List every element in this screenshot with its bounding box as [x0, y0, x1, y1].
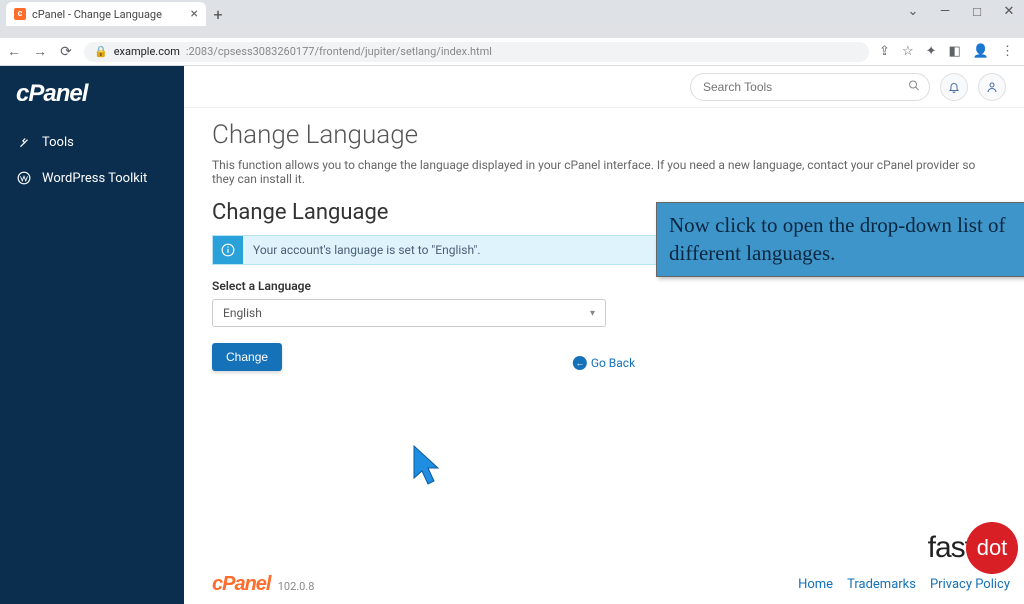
back-circle-icon: ←: [573, 356, 587, 370]
language-field-label: Select a Language: [212, 279, 996, 293]
tutorial-callout: Now click to open the drop-down list of …: [656, 202, 1024, 277]
minimize-icon[interactable]: ―: [936, 4, 954, 20]
app: cPanel Tools WordPress Toolkit: [0, 66, 1024, 604]
lock-icon: 🔒: [94, 45, 108, 58]
url-field[interactable]: 🔒 example.com :2083/cpsess3083260177/fron…: [84, 42, 869, 62]
nav-icons: ← → ⟳: [6, 43, 74, 60]
sidebar-brand-text: cPanel: [16, 80, 87, 107]
forward-icon[interactable]: →: [32, 43, 48, 60]
footer-link-privacy[interactable]: Privacy Policy: [930, 577, 1010, 592]
fastdot-dot-text: dot: [966, 522, 1018, 574]
footer-brand: cPanel: [212, 573, 270, 595]
go-back-label: Go Back: [591, 356, 635, 370]
sidebar: cPanel Tools WordPress Toolkit: [0, 66, 184, 604]
cpanel-favicon: c: [14, 8, 26, 20]
close-tab-icon[interactable]: ×: [191, 7, 198, 21]
back-icon[interactable]: ←: [6, 43, 22, 60]
change-button[interactable]: Change: [212, 343, 282, 371]
footer-link-home[interactable]: Home: [798, 577, 833, 592]
star-icon[interactable]: ☆: [902, 44, 914, 59]
search-wrap: [690, 73, 930, 101]
content: Change Language This function allows you…: [184, 108, 1024, 604]
page-description: This function allows you to change the l…: [212, 158, 996, 186]
wordpress-icon: [16, 170, 32, 186]
topbar: [184, 66, 1024, 108]
sidebar-brand[interactable]: cPanel: [0, 80, 184, 124]
footer: cPanel 102.0.8 Home Trademarks Privacy P…: [212, 573, 1010, 596]
footer-links: Home Trademarks Privacy Policy: [798, 577, 1010, 592]
sidebar-menu: Tools WordPress Toolkit: [0, 124, 184, 196]
language-select[interactable]: English ▾: [212, 299, 606, 327]
sidebar-item-label: WordPress Toolkit: [42, 171, 147, 186]
sidebar-item-wordpress[interactable]: WordPress Toolkit: [0, 160, 184, 196]
page-title: Change Language: [212, 120, 996, 150]
profile-icon[interactable]: 👤: [973, 44, 989, 59]
share-icon[interactable]: ⇪: [879, 44, 890, 59]
close-window-icon[interactable]: ✕: [1000, 4, 1018, 20]
cursor-graphic: [412, 444, 444, 492]
main: Change Language This function allows you…: [184, 66, 1024, 604]
sidebar-item-tools[interactable]: Tools: [0, 124, 184, 160]
fastdot-watermark: fast dot: [928, 522, 1018, 574]
search-icon[interactable]: [908, 79, 920, 94]
info-icon: [213, 236, 243, 264]
kebab-icon[interactable]: ⋮: [1001, 44, 1014, 59]
new-tab-button[interactable]: +: [206, 2, 230, 26]
wrench-icon: [16, 134, 32, 150]
chevron-down-icon[interactable]: ⌄: [904, 4, 922, 20]
reload-icon[interactable]: ⟳: [58, 44, 74, 60]
info-banner-text: Your account's language is set to "Engli…: [243, 243, 491, 257]
maximize-icon[interactable]: □: [968, 4, 986, 20]
window-controls: ⌄ ― □ ✕: [904, 4, 1018, 20]
addr-right-icons: ⇪ ☆ ✦ ◧ 👤 ⋮: [879, 44, 1018, 59]
url-host: example.com: [114, 45, 180, 58]
url-path: :2083/cpsess3083260177/frontend/jupiter/…: [186, 45, 492, 58]
notifications-button[interactable]: [940, 73, 968, 101]
user-button[interactable]: [978, 73, 1006, 101]
footer-version: 102.0.8: [278, 580, 315, 593]
address-bar: ← → ⟳ 🔒 example.com :2083/cpsess308326017…: [0, 38, 1024, 66]
extension-icon[interactable]: ✦: [926, 44, 937, 59]
browser-chrome: c cPanel - Change Language × + ⌄ ― □ ✕: [0, 0, 1024, 38]
sidebar-item-label: Tools: [42, 135, 74, 150]
footer-brand-wrap: cPanel 102.0.8: [212, 573, 314, 596]
puzzle-icon[interactable]: ◧: [949, 44, 961, 59]
browser-tab[interactable]: c cPanel - Change Language ×: [6, 2, 206, 26]
go-back-link[interactable]: ← Go Back: [573, 356, 635, 370]
tab-title: cPanel - Change Language: [32, 8, 162, 21]
search-input[interactable]: [690, 73, 930, 101]
chevron-down-icon: ▾: [590, 308, 595, 319]
language-select-value: English: [223, 306, 262, 320]
tab-bar: c cPanel - Change Language × +: [0, 0, 1024, 26]
footer-link-trademarks[interactable]: Trademarks: [847, 577, 916, 592]
